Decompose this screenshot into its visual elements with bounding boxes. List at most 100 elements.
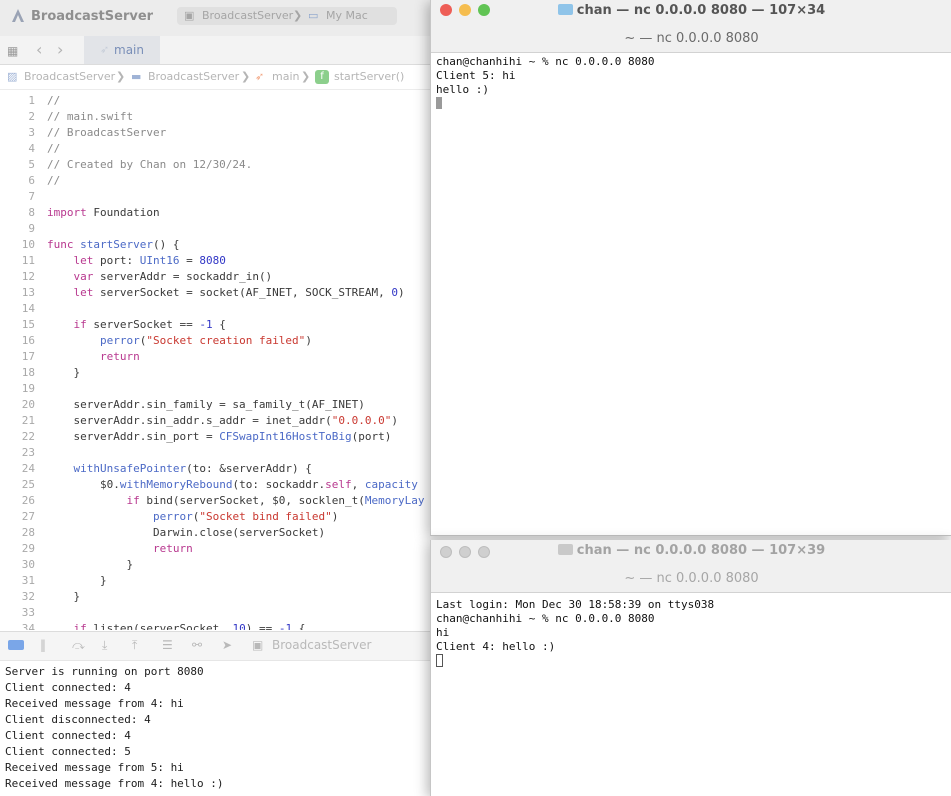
xcode-app-icon (12, 9, 24, 22)
debug-target-name: BroadcastServer (272, 638, 372, 652)
line-number: 1 (28, 94, 35, 107)
line-number: 21 (21, 414, 35, 427)
terminal-line: hello :) (436, 83, 489, 96)
line-number: 11 (21, 254, 35, 267)
line-number: 5 (28, 158, 35, 171)
console-line: Client connected: 4 (5, 729, 131, 742)
terminal-target-icon: ▣ (252, 638, 264, 652)
code-text: // (47, 174, 61, 187)
forward-arrow-icon[interactable]: › (57, 40, 63, 59)
terminal-2-title: chan — nc 0.0.0.0 8080 — 107×39 (576, 543, 826, 558)
text-cursor (436, 654, 443, 667)
console-line: Client disconnected: 4 (5, 713, 151, 726)
terminal-2-tab-title: ~ — nc 0.0.0.0 8080 (624, 571, 759, 586)
folder-icon (557, 4, 573, 15)
line-number: 26 (21, 494, 35, 507)
app-title: BroadcastServer (31, 9, 154, 24)
line-number: 27 (21, 510, 35, 523)
code-text: } (47, 574, 107, 587)
swift-file-icon: ➶ (255, 70, 265, 83)
project-icon: ▨ (7, 70, 18, 83)
line-number: 12 (21, 270, 35, 283)
chevron-right-icon: ❯ (116, 70, 126, 83)
code-text: // main.swift (47, 110, 134, 123)
terminal-1-output[interactable]: chan@chanhihi ~ % nc 0.0.0.0 8080 Client… (436, 55, 655, 111)
line-number: 25 (21, 478, 35, 491)
chevron-right-icon: ❯ (293, 9, 303, 22)
terminal-cursor-line (436, 654, 714, 668)
line-number: 7 (28, 190, 35, 203)
step-into-icon[interactable]: ⤓ (102, 638, 107, 653)
mac-icon: ▭ (308, 9, 319, 22)
text-cursor (436, 97, 442, 109)
line-number: 24 (21, 462, 35, 475)
code-text: // BroadcastServer (47, 126, 167, 139)
console-line: Client connected: 4 (5, 681, 131, 694)
terminal-2-titlebar[interactable]: chan — nc 0.0.0.0 8080 — 107×39 ~ — nc 0… (431, 540, 951, 593)
terminal-window-1[interactable]: chan — nc 0.0.0.0 8080 — 107×34 ~ — nc 0… (430, 0, 951, 536)
terminal-line: Last login: Mon Dec 30 18:58:39 on ttys0… (436, 598, 715, 611)
line-number: 14 (21, 302, 35, 315)
code-text: if listen(serverSocket, 10) == -1 { (73, 622, 306, 630)
line-number: 15 (21, 318, 35, 331)
terminal-2-title-row: chan — nc 0.0.0.0 8080 — 107×39 (431, 543, 951, 558)
line-number: 17 (21, 350, 35, 363)
terminal-2-output[interactable]: Last login: Mon Dec 30 18:58:39 on ttys0… (436, 598, 714, 668)
code-text: $0.withMemoryRebound(to: sockaddr.self, … (47, 478, 418, 491)
code-text: import Foundation (47, 206, 160, 219)
line-number: 13 (21, 286, 35, 299)
terminal-1-title-row: chan — nc 0.0.0.0 8080 — 107×34 (431, 3, 951, 18)
jumpbar-function[interactable]: startServer() (334, 65, 404, 89)
code-text: perror("Socket bind failed") (152, 510, 339, 523)
line-number: 29 (21, 542, 35, 555)
jumpbar-project[interactable]: BroadcastServer (24, 65, 115, 89)
console-line: Server is running on port 8080 (5, 665, 204, 678)
terminal-line: chan@chanhihi ~ % nc 0.0.0.0 8080 (436, 612, 655, 625)
terminal-cursor-line (436, 97, 655, 111)
line-number: 34 (21, 622, 35, 630)
line-number: 31 (21, 574, 35, 587)
line-number: 18 (21, 366, 35, 379)
line-number: 22 (21, 430, 35, 443)
line-number: 3 (28, 126, 35, 139)
code-text: serverAddr.sin_addr.s_addr = inet_addr("… (47, 414, 399, 427)
code-text: return (99, 350, 140, 363)
back-arrow-icon[interactable]: ‹ (36, 40, 42, 59)
debug-console[interactable]: Server is running on port 8080 Client con… (5, 664, 224, 792)
view-hierarchy-icon[interactable]: ☰ (162, 638, 173, 652)
tab-main[interactable]: ➶ main (84, 36, 160, 64)
line-number: 23 (21, 446, 35, 459)
code-text: serverAddr.sin_port = CFSwapInt16HostToB… (47, 430, 392, 443)
line-number: 2 (28, 110, 35, 123)
terminal-line: chan@chanhihi ~ % nc 0.0.0.0 8080 (436, 55, 655, 68)
chevron-right-icon: ❯ (241, 70, 251, 83)
code-text: } (47, 366, 81, 379)
scheme-selector[interactable]: ▣ BroadcastServer ❯ ▭ My Mac (177, 7, 397, 25)
line-number: 4 (28, 142, 35, 155)
step-over-icon[interactable]: ⤼ (72, 638, 85, 653)
destination-name: My Mac (326, 9, 368, 22)
console-line: Received message from 5: hi (5, 761, 184, 774)
code-text: var serverAddr = sockaddr_in() (73, 270, 273, 283)
chevron-right-icon: ❯ (301, 70, 311, 83)
code-text: let serverSocket = socket(AF_INET, SOCK_… (73, 286, 405, 299)
code-text: if serverSocket == -1 { (73, 318, 226, 331)
step-out-icon[interactable]: ⤒ (132, 638, 137, 653)
terminal-1-titlebar[interactable]: chan — nc 0.0.0.0 8080 — 107×34 ~ — nc 0… (431, 0, 951, 53)
pause-icon[interactable]: ‖ (40, 638, 46, 652)
jumpbar-file[interactable]: main (272, 65, 299, 89)
folder-icon (557, 544, 573, 555)
terminal-window-2[interactable]: chan — nc 0.0.0.0 8080 — 107×39 ~ — nc 0… (430, 540, 951, 796)
terminal-line: Client 4: hello :) (436, 640, 556, 653)
toggle-console-icon[interactable] (8, 640, 24, 650)
grid-icon[interactable]: ▦ (7, 44, 18, 58)
line-number: 30 (21, 558, 35, 571)
terminal-scheme-icon: ▣ (184, 9, 195, 22)
location-icon[interactable]: ➤ (222, 638, 232, 652)
jumpbar-group[interactable]: BroadcastServer (148, 65, 239, 89)
code-text: return (152, 542, 193, 555)
code-text: Darwin.close(serverSocket) (47, 526, 326, 539)
line-number: 33 (21, 606, 35, 619)
memory-graph-icon[interactable]: ⚯ (192, 638, 202, 652)
console-line: Received message from 4: hi (5, 697, 184, 710)
